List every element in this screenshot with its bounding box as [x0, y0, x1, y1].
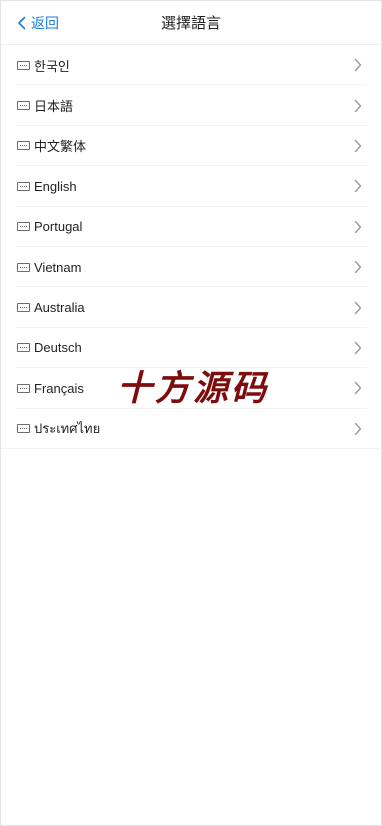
flag-icon	[17, 383, 30, 393]
language-label: Portugal	[34, 219, 83, 235]
language-item-vietnamese[interactable]: Vietnam	[1, 247, 381, 288]
language-item-korean[interactable]: 한국인	[1, 45, 381, 86]
language-item-french[interactable]: Français	[1, 368, 381, 409]
flag-icon	[17, 262, 30, 272]
language-item-australia[interactable]: Australia	[1, 287, 381, 329]
language-item-traditional-chinese[interactable]: 中文繁体	[1, 126, 381, 167]
flag-icon	[17, 222, 30, 232]
nav-bar: 返回 選擇語言	[1, 1, 381, 45]
chevron-right-icon	[354, 99, 362, 112]
flag-icon	[17, 60, 30, 70]
language-item-german[interactable]: Deutsch	[1, 328, 381, 369]
language-item-english[interactable]: English	[1, 166, 381, 207]
flag-icon	[17, 424, 30, 434]
flag-icon	[17, 101, 30, 111]
chevron-right-icon	[354, 58, 362, 72]
phone-screen: 返回 選擇語言 한국인 日本語 中文繁体 English Portugal Vi…	[0, 0, 382, 826]
flag-icon	[17, 343, 30, 353]
flag-icon	[17, 303, 30, 313]
language-label: Vietnam	[34, 259, 82, 275]
language-item-thai[interactable]: ประเทศไทย	[1, 409, 381, 450]
chevron-left-icon	[18, 16, 26, 29]
language-label: Australia	[34, 300, 85, 316]
chevron-right-icon	[354, 301, 362, 314]
language-label: 한국인	[34, 58, 70, 74]
language-label: Deutsch	[34, 340, 82, 356]
language-label: 中文繁体	[34, 139, 87, 155]
chevron-right-icon	[354, 180, 362, 193]
language-label: Français	[34, 380, 84, 396]
chevron-right-icon	[354, 382, 362, 395]
chevron-right-icon	[354, 422, 362, 435]
back-button[interactable]: 返回	[17, 1, 59, 44]
page-title: 選擇語言	[160, 15, 221, 32]
flag-icon	[17, 181, 30, 191]
language-item-japanese[interactable]: 日本語	[1, 85, 381, 127]
language-label: ประเทศไทย	[34, 421, 101, 437]
language-label: English	[34, 178, 77, 194]
chevron-right-icon	[354, 139, 362, 153]
chevron-right-icon	[354, 220, 362, 233]
language-item-portuguese[interactable]: Portugal	[1, 207, 381, 248]
language-list: 한국인 日本語 中文繁体 English Portugal Vietnam Au…	[1, 45, 381, 450]
back-label: 返回	[31, 14, 59, 31]
chevron-right-icon	[354, 260, 362, 274]
language-label: 日本語	[34, 99, 74, 115]
flag-icon	[17, 141, 30, 151]
chevron-right-icon	[354, 341, 362, 355]
